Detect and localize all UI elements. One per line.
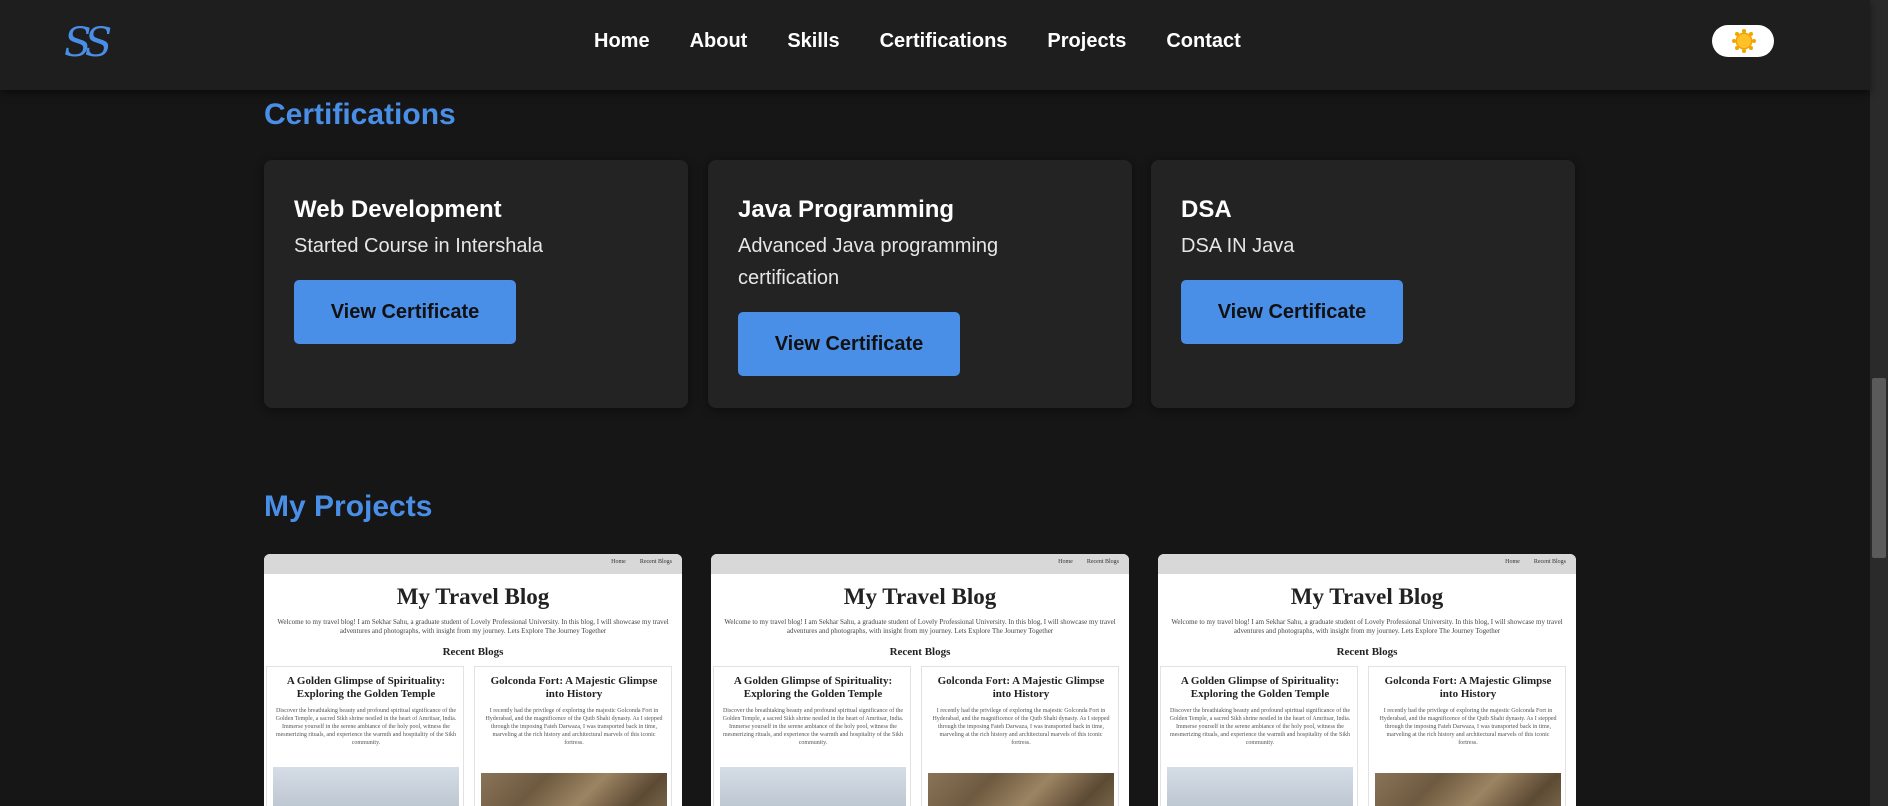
preview-post-text: I recently had the privilege of explorin… (932, 708, 1110, 746)
preview-post-text: Discover the breathtaking beauty and pro… (275, 708, 457, 746)
preview-post-image (1375, 773, 1561, 806)
project-card[interactable]: Home Recent Blogs My Travel Blog Welcome … (1158, 554, 1576, 806)
preview-post-image (1167, 767, 1353, 806)
nav-links: Home About Skills Certifications Project… (594, 26, 1281, 56)
preview-nav: Home Recent Blogs (1158, 554, 1576, 574)
preview-post-text: Discover the breathtaking beauty and pro… (1169, 708, 1351, 746)
preview-post-title: Golconda Fort: A Majestic Glimpse into H… (490, 675, 658, 700)
preview-post: A Golden Glimpse of Spirituality: Explor… (266, 666, 464, 806)
site-logo[interactable]: SS (64, 18, 126, 68)
scrollbar-thumb[interactable] (1872, 378, 1886, 558)
preview-nav-item: Home (1058, 559, 1073, 565)
preview-nav-item: Home (611, 559, 626, 565)
preview-post-title: A Golden Glimpse of Spirituality: Explor… (733, 675, 893, 700)
view-certificate-button[interactable]: View Certificate (1181, 280, 1403, 344)
nav-contact[interactable]: Contact (1166, 26, 1240, 56)
preview-post-text: I recently had the privilege of explorin… (1379, 708, 1557, 746)
preview-recent-heading: Recent Blogs (1336, 646, 1398, 658)
cert-name: DSA (1181, 196, 1232, 223)
cert-card-web-development: Web Development Started Course in Inters… (264, 160, 688, 408)
preview-recent-heading: Recent Blogs (442, 646, 504, 658)
project-card[interactable]: Home Recent Blogs My Travel Blog Welcome … (711, 554, 1129, 806)
preview-post-title: Golconda Fort: A Majestic Glimpse into H… (1384, 675, 1552, 700)
preview-post-title: Golconda Fort: A Majestic Glimpse into H… (937, 675, 1105, 700)
preview-post: Golconda Fort: A Majestic Glimpse into H… (1368, 666, 1566, 806)
preview-post-text: I recently had the privilege of explorin… (485, 708, 663, 746)
cert-description: DSA IN Java (1181, 235, 1295, 257)
cert-card-java-programming: Java Programming Advanced Java programmi… (708, 160, 1132, 408)
cert-name: Web Development (294, 196, 502, 223)
project-card[interactable]: Home Recent Blogs My Travel Blog Welcome … (264, 554, 682, 806)
preview-blog-intro: Welcome to my travel blog! I am Sekhar S… (724, 618, 1116, 635)
preview-blog-intro: Welcome to my travel blog! I am Sekhar S… (277, 618, 669, 635)
preview-recent-heading: Recent Blogs (889, 646, 951, 658)
nav-home[interactable]: Home (594, 26, 650, 56)
nav-about[interactable]: About (690, 26, 748, 56)
preview-post-image (928, 773, 1114, 806)
nav-skills[interactable]: Skills (787, 26, 839, 56)
preview-nav-item: Recent Blogs (1086, 559, 1119, 565)
preview-post-image (720, 767, 906, 806)
preview-post: Golconda Fort: A Majestic Glimpse into H… (921, 666, 1119, 806)
navbar: SS Home About Skills Certifications Proj… (0, 0, 1870, 90)
certifications-title: Certifications (264, 98, 456, 131)
view-certificate-button[interactable]: View Certificate (738, 312, 960, 376)
preview-nav-item: Home (1505, 559, 1520, 565)
preview-post: A Golden Glimpse of Spirituality: Explor… (1160, 666, 1358, 806)
preview-post: Golconda Fort: A Majestic Glimpse into H… (474, 666, 672, 806)
theme-toggle[interactable] (1712, 25, 1774, 57)
preview-nav-item: Recent Blogs (639, 559, 672, 565)
cert-description: Started Course in Intershala (294, 235, 544, 257)
preview-post-image (481, 773, 667, 806)
nav-certifications[interactable]: Certifications (880, 26, 1008, 56)
cert-description: Advanced Java programming certification (738, 235, 999, 289)
preview-nav: Home Recent Blogs (711, 554, 1129, 574)
preview-blog-title: My Travel Blog (1290, 584, 1444, 609)
preview-blog-title: My Travel Blog (396, 584, 550, 609)
preview-post-title: A Golden Glimpse of Spirituality: Explor… (1180, 675, 1340, 700)
preview-nav: Home Recent Blogs (264, 554, 682, 574)
preview-post: A Golden Glimpse of Spirituality: Explor… (713, 666, 911, 806)
cert-card-dsa: DSA DSA IN Java View Certificate (1151, 160, 1575, 408)
preview-blog-intro: Welcome to my travel blog! I am Sekhar S… (1171, 618, 1563, 635)
nav-projects[interactable]: Projects (1047, 26, 1126, 56)
preview-nav-item: Recent Blogs (1533, 559, 1566, 565)
preview-post-text: Discover the breathtaking beauty and pro… (722, 708, 904, 746)
cert-name: Java Programming (738, 196, 955, 223)
preview-blog-title: My Travel Blog (843, 584, 997, 609)
view-certificate-button[interactable]: View Certificate (294, 280, 516, 344)
preview-post-title: A Golden Glimpse of Spirituality: Explor… (286, 675, 446, 700)
projects-title: My Projects (264, 490, 433, 523)
sun-icon (1732, 29, 1756, 53)
preview-post-image (273, 767, 459, 806)
